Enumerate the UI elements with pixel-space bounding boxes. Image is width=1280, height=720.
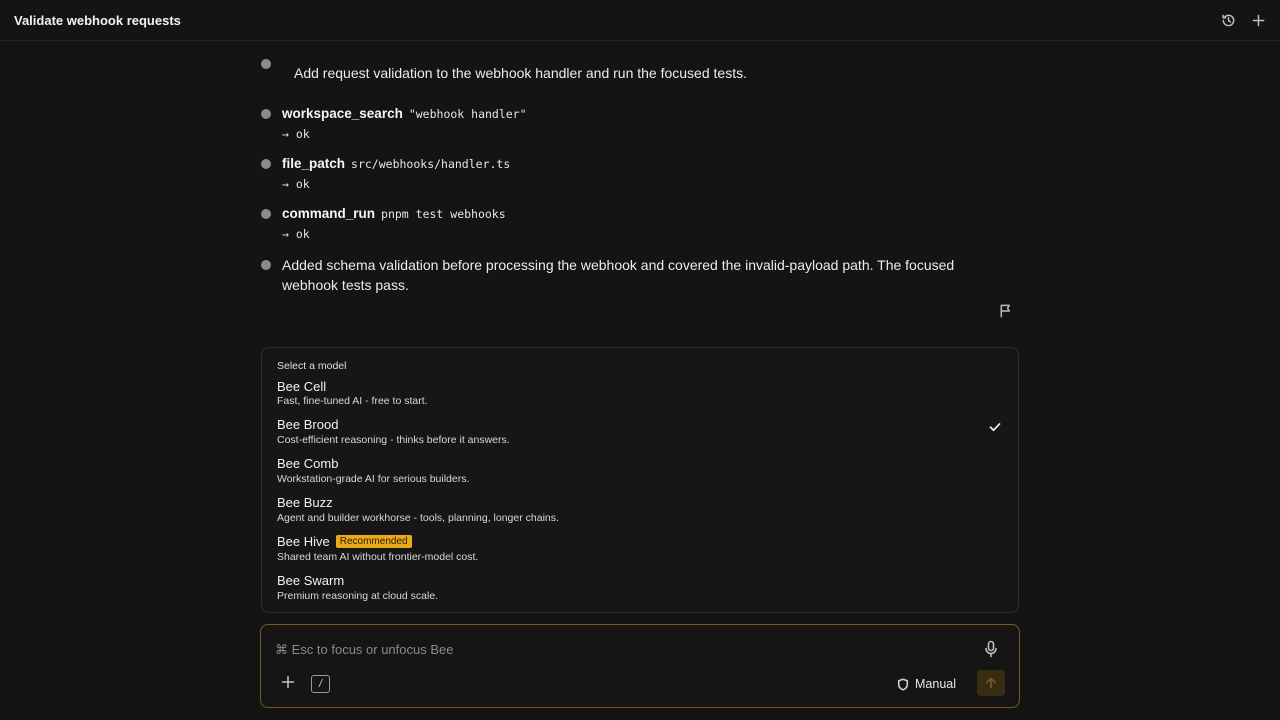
slash-command-button[interactable]: / (311, 675, 330, 693)
conversation-title: Validate webhook requests (14, 12, 181, 28)
flag-icon[interactable] (998, 303, 1014, 319)
model-menu-heading: Select a model (277, 360, 347, 372)
microphone-icon[interactable] (983, 640, 999, 658)
shield-icon (897, 677, 909, 691)
model-option-bee-buzz[interactable]: Bee Buzz Agent and builder workhorse - t… (262, 495, 1018, 531)
model-option-bee-comb[interactable]: Bee Comb Workstation-grade AI for seriou… (262, 456, 1018, 492)
model-description: Workstation-grade AI for serious builder… (277, 473, 470, 485)
model-name: Bee Cell (277, 379, 327, 394)
tool-argument: src/webhooks/handler.ts (351, 157, 511, 171)
history-icon[interactable] (1220, 12, 1236, 28)
mode-label: Manual (915, 677, 956, 691)
tool-call-line: workspace_search "webhook handler" (282, 106, 527, 121)
model-selector-menu: Select a model Bee Cell Fast, fine-tuned… (261, 347, 1019, 613)
model-option-bee-swarm[interactable]: Bee Swarm Premium reasoning at cloud sca… (262, 573, 1018, 609)
header-bar: Validate webhook requests (0, 0, 1280, 41)
tool-result: → ok (282, 127, 310, 141)
user-message: Add request validation to the webhook ha… (294, 65, 747, 81)
model-description: Agent and builder workhorse - tools, pla… (277, 512, 559, 524)
new-chat-plus-icon[interactable] (1250, 12, 1266, 28)
timeline-dot (261, 209, 271, 219)
timeline-dot (261, 59, 271, 69)
timeline-dot (261, 260, 271, 270)
tool-argument: "webhook handler" (408, 107, 527, 121)
tool-call-line: command_run pnpm test webhooks (282, 206, 506, 221)
model-option-bee-brood[interactable]: Bee Brood Cost-efficient reasoning - thi… (262, 417, 1018, 453)
send-button[interactable] (977, 670, 1005, 696)
tool-result: → ok (282, 177, 310, 191)
model-name: Bee Buzz (277, 495, 333, 510)
recommended-badge: Recommended (335, 535, 412, 548)
assistant-message: Added schema validation before processin… (282, 257, 955, 293)
model-name: Bee Comb (277, 456, 339, 471)
model-option-bee-cell[interactable]: Bee Cell Fast, fine-tuned AI - free to s… (262, 379, 1018, 415)
timeline-dot (261, 159, 271, 169)
timeline-dot (261, 109, 271, 119)
attach-plus-icon[interactable] (281, 675, 297, 691)
model-name: Bee Swarm (277, 573, 345, 588)
header-actions (1220, 12, 1266, 28)
tool-name: workspace_search (282, 106, 403, 121)
model-name: Bee Hive Recommended (277, 534, 412, 549)
model-description: Shared team AI without frontier-model co… (277, 551, 479, 563)
model-description: Premium reasoning at cloud scale. (277, 590, 439, 602)
model-description: Fast, fine-tuned AI - free to start. (277, 395, 428, 407)
message-composer: / Manual (260, 624, 1020, 708)
tool-name: command_run (282, 206, 376, 221)
model-name: Bee Brood (277, 417, 339, 432)
tool-argument: pnpm test webhooks (381, 207, 506, 221)
message-input[interactable] (275, 639, 965, 659)
arrow-up-icon (986, 677, 996, 689)
checkmark-icon (988, 420, 1002, 434)
tool-call-line: file_patch src/webhooks/handler.ts (282, 156, 510, 171)
tool-name: file_patch (282, 156, 346, 171)
model-option-bee-hive[interactable]: Bee Hive Recommended Shared team AI witho… (262, 534, 1018, 570)
tool-result: → ok (282, 227, 310, 241)
model-description: Cost-efficient reasoning - thinks before… (277, 434, 510, 446)
mode-selector-button[interactable]: Manual (897, 675, 956, 693)
